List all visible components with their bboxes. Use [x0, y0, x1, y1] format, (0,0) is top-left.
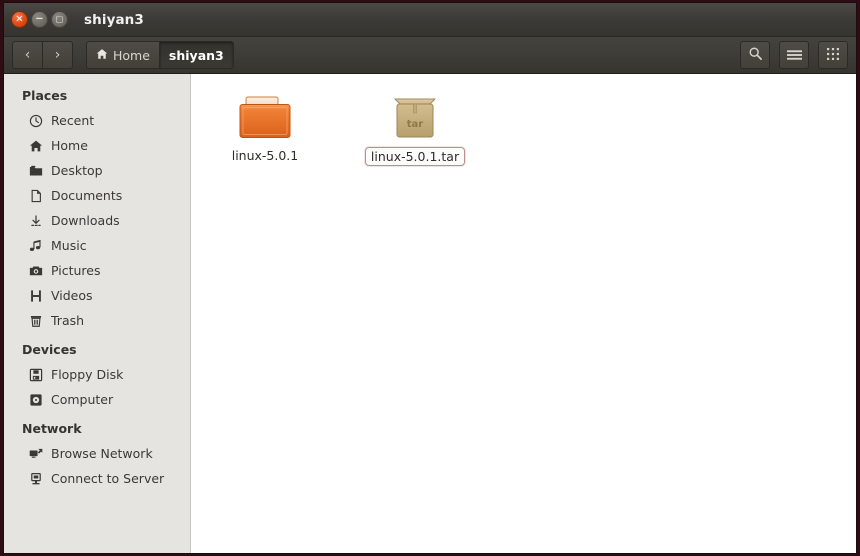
forward-button[interactable]: ›: [42, 41, 73, 69]
sidebar-item-trash[interactable]: Trash: [4, 308, 190, 333]
sidebar-group-title-devices: Devices: [22, 342, 77, 357]
folder-icon: [236, 92, 294, 140]
sidebar-item-recent[interactable]: Recent: [4, 108, 190, 133]
home-icon: [28, 138, 43, 153]
sidebar-item-downloads[interactable]: Downloads: [4, 208, 190, 233]
sidebar-group-title-network: Network: [22, 421, 82, 436]
server-connect-icon: [28, 471, 43, 486]
trash-icon: [28, 313, 43, 328]
sidebar-label-recent: Recent: [51, 113, 95, 128]
file-list-view[interactable]: linux-5.0.1 tar linux-5.0.1.tar: [191, 74, 856, 553]
maximize-glyph: □: [55, 14, 64, 23]
sidebar-label-pictures: Pictures: [51, 263, 101, 278]
sidebar-label-browse-network: Browse Network: [51, 446, 153, 461]
sidebar-label-downloads: Downloads: [51, 213, 120, 228]
sidebar-label-floppy-disk: Floppy Disk: [51, 367, 124, 382]
search-button[interactable]: [740, 41, 770, 69]
camera-icon: [28, 263, 43, 278]
breadcrumb-label-home: Home: [113, 47, 150, 63]
toolbar: ‹ › Home shiyan3: [4, 37, 856, 74]
file-item-archive[interactable]: tar linux-5.0.1.tar: [364, 92, 466, 166]
film-icon: [28, 288, 43, 303]
view-options-button[interactable]: [818, 41, 848, 69]
sidebar-label-connect-to-server: Connect to Server: [51, 471, 165, 486]
sidebar-item-browse-network[interactable]: Browse Network: [4, 441, 190, 466]
file-item-folder[interactable]: linux-5.0.1: [217, 92, 313, 166]
window-body: Places Recent Home Desktop Documents Dow…: [4, 74, 856, 553]
music-note-icon: [28, 238, 43, 253]
sidebar-item-pictures[interactable]: Pictures: [4, 258, 190, 283]
close-icon[interactable]: ×: [11, 11, 28, 28]
titlebar: × − □ shiyan3: [4, 3, 856, 37]
maximize-icon[interactable]: □: [51, 11, 68, 28]
folder-icon: [28, 163, 43, 178]
window-title: shiyan3: [84, 11, 144, 28]
chevron-left-icon: ‹: [24, 47, 31, 63]
sidebar-item-computer[interactable]: Computer: [4, 387, 190, 412]
back-button[interactable]: ‹: [12, 41, 42, 69]
breadcrumb-item-home[interactable]: Home: [86, 41, 159, 69]
window-controls: × − □: [11, 11, 68, 28]
sidebar-label-trash: Trash: [51, 313, 85, 328]
sidebar-label-desktop: Desktop: [51, 163, 103, 178]
sidebar-group-network: Network Browse Network Connect to Server: [4, 414, 190, 491]
breadcrumb-item-shiyan3[interactable]: shiyan3: [158, 41, 234, 69]
document-icon: [28, 188, 43, 203]
close-glyph: ×: [15, 13, 24, 24]
file-label-archive-rename-input[interactable]: linux-5.0.1.tar: [364, 147, 466, 166]
sidebar-item-desktop[interactable]: Desktop: [4, 158, 190, 183]
sidebar-item-videos[interactable]: Videos: [4, 283, 190, 308]
sidebar-item-floppy-disk[interactable]: Floppy Disk: [4, 362, 190, 387]
sidebar-label-documents: Documents: [51, 188, 123, 203]
sidebar-item-documents[interactable]: Documents: [4, 183, 190, 208]
svg-text:tar: tar: [407, 119, 424, 130]
sidebar-label-computer: Computer: [51, 392, 114, 407]
breadcrumb: Home shiyan3: [86, 41, 234, 69]
computer-disc-icon: [28, 392, 43, 407]
floppy-disk-icon: [28, 367, 43, 382]
menu-button[interactable]: [779, 41, 809, 69]
file-label-folder[interactable]: linux-5.0.1: [229, 147, 302, 164]
chevron-right-icon: ›: [54, 47, 61, 63]
minimize-glyph: −: [35, 13, 44, 24]
clock-icon: [28, 113, 43, 128]
navigation-buttons: ‹ ›: [12, 41, 73, 69]
sidebar-label-home: Home: [51, 138, 88, 153]
archive-box-icon: tar: [386, 92, 444, 140]
network-browse-icon: [28, 446, 43, 461]
sidebar: Places Recent Home Desktop Documents Dow…: [4, 74, 191, 553]
sidebar-item-connect-to-server[interactable]: Connect to Server: [4, 466, 190, 491]
sidebar-label-videos: Videos: [51, 288, 93, 303]
hamburger-menu-icon: [786, 46, 802, 65]
sidebar-item-music[interactable]: Music: [4, 233, 190, 258]
search-icon: [748, 46, 763, 65]
sidebar-group-places: Places Recent Home Desktop Documents Dow…: [4, 84, 190, 333]
file-manager-window: × − □ shiyan3 ‹ › Home shiyan3 Places Re…: [4, 3, 856, 553]
minimize-icon[interactable]: −: [31, 11, 48, 28]
sidebar-group-devices: Devices Floppy Disk Computer: [4, 335, 190, 412]
download-icon: [28, 213, 43, 228]
grid-view-icon: [826, 46, 840, 65]
sidebar-label-music: Music: [51, 238, 87, 253]
sidebar-item-home[interactable]: Home: [4, 133, 190, 158]
sidebar-group-title-places: Places: [22, 88, 68, 103]
home-icon: [96, 48, 108, 63]
breadcrumb-label-shiyan3: shiyan3: [168, 47, 224, 63]
